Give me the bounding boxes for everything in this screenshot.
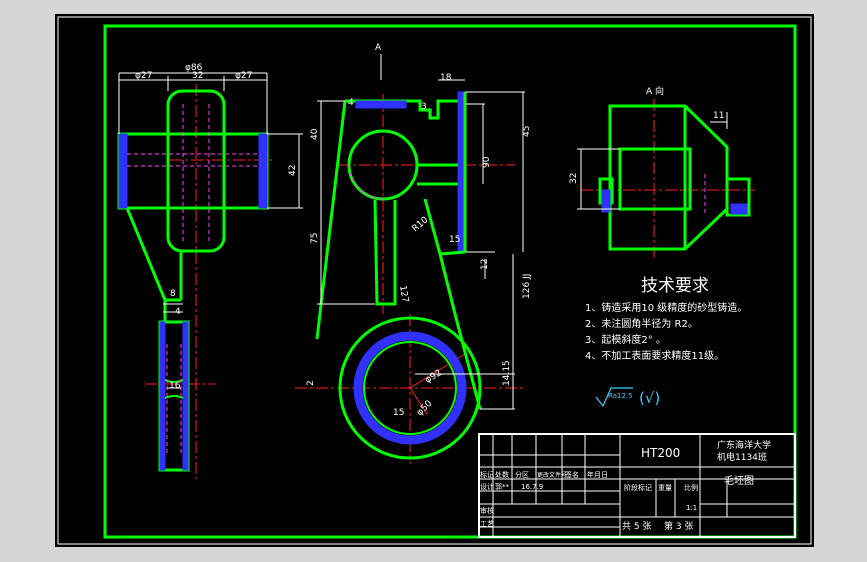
dim-42: 42	[288, 165, 298, 176]
dim-15: 15	[449, 235, 460, 245]
scale-label: 比例	[684, 483, 698, 492]
tech-req-item-3: 3、起模斜度2° 。	[585, 333, 666, 346]
dim-40: 40	[310, 128, 320, 140]
col-date: 年月日	[587, 470, 608, 479]
roughness-check: (√)	[639, 389, 660, 407]
col-sign: 签名	[565, 470, 579, 479]
stage-mark: 阶段标记	[624, 483, 652, 492]
title-block-text: HT200 广东海洋大学 机电1134班 毛坯图 标记 处数 分区 更改文件号 …	[480, 439, 771, 532]
dim-32: 32	[192, 71, 203, 81]
review-label: 审核	[480, 506, 494, 515]
roughness-value: Ra12.5	[608, 392, 633, 400]
left-view-dims: φ86 φ27 32 φ27 42 8 4 16	[118, 63, 303, 391]
tech-requirements: 技术要求 1、铸造采用10 级精度的砂型铸造。 2、未注圆角半径为 R2。 3、…	[585, 276, 747, 362]
view-label-a: A	[375, 43, 382, 53]
designer: 郭**	[495, 482, 509, 491]
dim-r10: R10	[411, 215, 431, 234]
scale-value: 1:1	[686, 504, 697, 512]
dim-126: 126 JJ	[522, 274, 532, 299]
dim-phi27-right: φ27	[235, 71, 252, 81]
dim-8: 8	[170, 289, 176, 299]
dim-14-15: 14.15	[502, 360, 512, 386]
drawing-name: 毛坯图	[724, 475, 754, 487]
roughness-symbol: Ra12.5 (√)	[595, 387, 660, 408]
dim-4-top: 4	[348, 98, 354, 108]
cad-viewport[interactable]: φ86 φ27 32 φ27 42 8 4 16 A 18 4 3 40 45 …	[0, 0, 867, 562]
view-label-a-direction: A 向	[646, 85, 664, 97]
dim-16: 16	[169, 381, 181, 391]
drawing-canvas: φ86 φ27 32 φ27 42 8 4 16 A 18 4 3 40 45 …	[57, 16, 812, 545]
dim-12: 12	[480, 259, 490, 270]
dim-phi92: φ92	[424, 368, 444, 385]
dim-127: 127	[397, 285, 410, 304]
sheets-total: 共 5 张	[622, 521, 651, 532]
col-count: 处数	[495, 470, 509, 479]
col-zone: 分区	[515, 470, 529, 479]
dim-3: 3	[421, 102, 427, 112]
dim-15-bottom: 15	[393, 408, 404, 418]
dim-18: 18	[440, 73, 452, 83]
tech-req-item-4: 4、不加工表面要求精度11级。	[585, 349, 724, 362]
left-view	[117, 84, 275, 479]
dim-90: 90	[482, 156, 492, 168]
dim-4: 4	[175, 307, 181, 317]
dim-2: 2	[306, 380, 316, 386]
col-mark: 标记	[480, 470, 494, 479]
sheet-number: 第 3 张	[664, 520, 693, 532]
col-change-doc: 更改文件号	[537, 471, 567, 479]
tech-req-item-1: 1、铸造采用10 级精度的砂型铸造。	[585, 301, 747, 314]
tech-req-title: 技术要求	[641, 276, 709, 296]
design-date: 16.7.9	[521, 483, 543, 491]
dim-phi27-left: φ27	[135, 71, 152, 81]
drawing-sheet[interactable]: φ86 φ27 32 φ27 42 8 4 16 A 18 4 3 40 45 …	[55, 14, 814, 547]
dim-32-right: 32	[569, 173, 579, 184]
center-view-dims: A 18 4 3 40 45 90 75 R10 15 12 127 126 J…	[306, 43, 532, 418]
center-view	[295, 91, 525, 464]
dim-45: 45	[522, 126, 532, 137]
tech-req-item-2: 2、未注圆角半径为 R2。	[585, 317, 698, 330]
dim-11: 11	[713, 111, 724, 121]
material: HT200	[641, 446, 680, 460]
dim-75: 75	[310, 233, 320, 244]
dim-phi50: φ50	[415, 399, 435, 419]
weight-label: 重量	[658, 484, 672, 492]
school-name: 广东海洋大学	[717, 439, 771, 451]
class-name: 机电1134班	[717, 451, 767, 463]
craft-label: 工艺	[480, 520, 494, 528]
design-label: 设计	[480, 482, 494, 491]
right-view	[581, 99, 755, 259]
